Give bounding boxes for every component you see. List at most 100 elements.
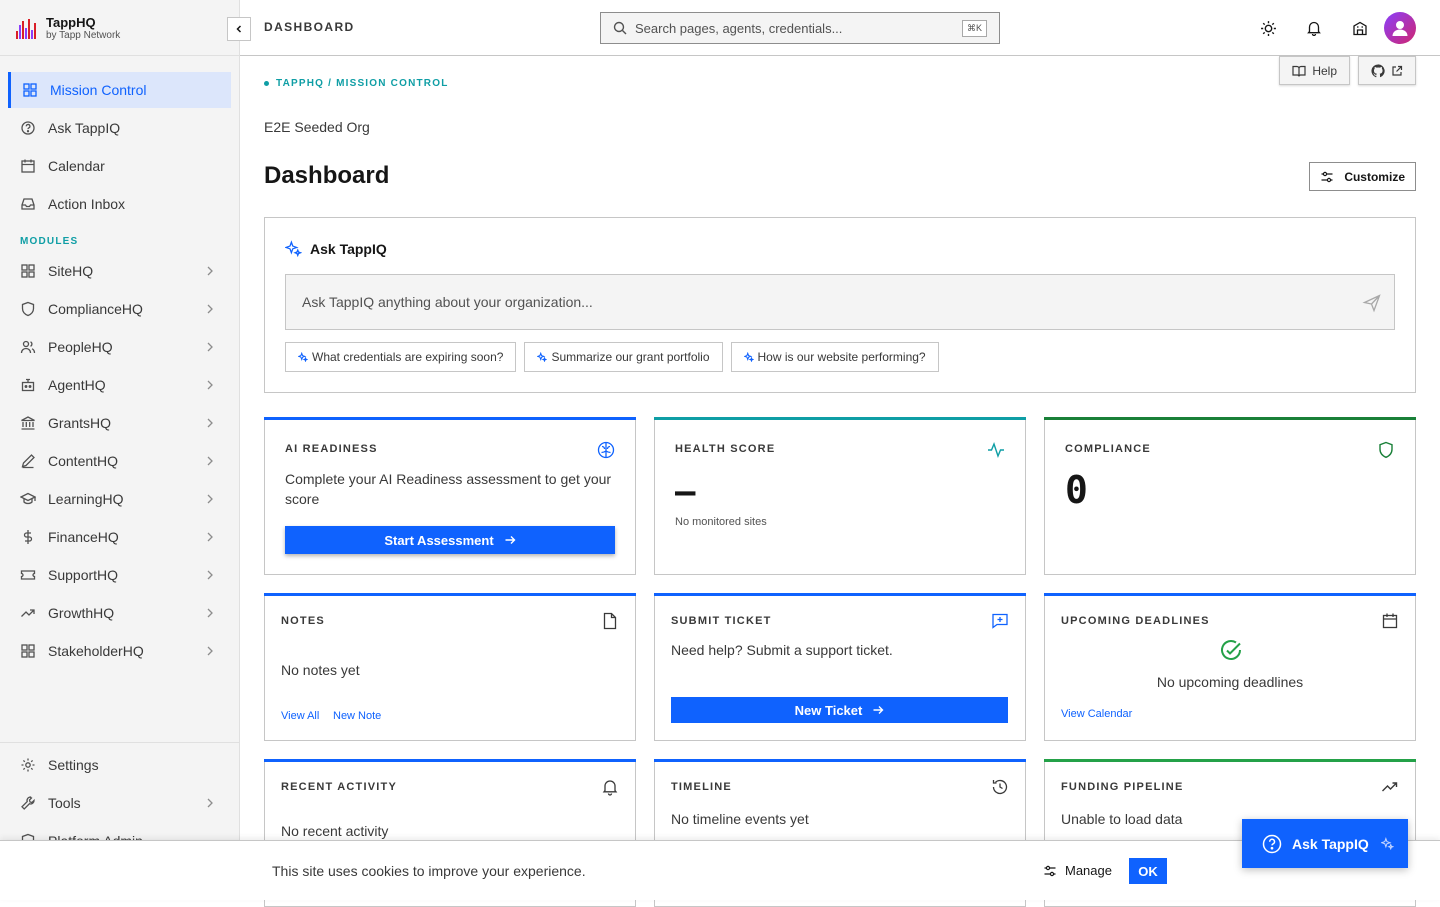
help-circle-icon <box>21 121 35 135</box>
card-accent-bar <box>1044 417 1416 420</box>
card-title: RECENT ACTIVITY <box>281 781 397 793</box>
send-icon[interactable] <box>1362 293 1382 313</box>
ask-tappiq-header: Ask TappIQ <box>285 240 387 257</box>
user-icon <box>1392 21 1408 36</box>
sidebar-item-contenthq[interactable]: ContentHQ <box>8 443 231 479</box>
brand[interactable]: TappHQ by Tapp Network <box>16 12 120 44</box>
sidebar-item-supporthq[interactable]: SupportHQ <box>8 557 231 593</box>
sidebar-item-label: SiteHQ <box>48 263 94 279</box>
card-title: UPCOMING DEADLINES <box>1061 615 1210 627</box>
arrow-right-icon <box>505 536 516 544</box>
compliance-card: COMPLIANCE 0 <box>1044 417 1416 575</box>
chevron-right-icon <box>207 494 213 504</box>
suggestion-chip[interactable]: What credentials are expiring soon? <box>285 342 517 372</box>
cookie-manage-button[interactable]: Manage <box>1043 863 1112 878</box>
search-input[interactable]: Search pages, agents, credentials... ⌘K <box>600 12 1000 44</box>
document-icon <box>603 612 617 630</box>
chevron-right-icon <box>207 456 213 466</box>
organization-name: E2E Seeded Org <box>264 119 370 135</box>
sidebar-item-peoplehq[interactable]: PeopleHQ <box>8 329 231 365</box>
sidebar-item-mission-control[interactable]: Mission Control <box>8 72 231 108</box>
suggestion-chip[interactable]: How is our website performing? <box>730 342 939 372</box>
ask-tappiq-input[interactable]: Ask TappIQ anything about your organizat… <box>285 274 1395 330</box>
sidebar-item-growthhq[interactable]: GrowthHQ <box>8 595 231 631</box>
funding-pipeline-error-text: Unable to load data <box>1061 811 1183 827</box>
sparkle-icon <box>285 240 302 257</box>
card-accent-bar <box>654 759 1026 762</box>
brain-icon <box>597 441 615 459</box>
ask-tappiq-floating-button[interactable]: Ask TappIQ <box>1242 819 1408 868</box>
sidebar-item-ask-tappiq[interactable]: Ask TappIQ <box>8 110 231 146</box>
organization-button[interactable] <box>1350 18 1370 38</box>
chevron-right-icon <box>207 532 213 542</box>
sidebar-item-label: GrantsHQ <box>48 415 112 431</box>
sidebar-item-tools[interactable]: Tools <box>8 785 231 821</box>
sidebar-item-settings[interactable]: Settings <box>8 747 231 783</box>
sidebar-item-stakeholderhq[interactable]: StakeholderHQ <box>8 633 231 669</box>
sidebar-item-action-inbox[interactable]: Action Inbox <box>8 186 231 222</box>
bank-icon <box>21 416 35 430</box>
chevron-right-icon <box>207 646 213 656</box>
grid-icon <box>21 264 35 278</box>
sidebar-item-label: Tools <box>48 795 81 811</box>
theme-toggle-button[interactable] <box>1258 18 1278 38</box>
compliance-value: 0 <box>1065 468 1088 512</box>
sidebar-item-grantshq[interactable]: GrantsHQ <box>8 405 231 441</box>
notes-empty-text: No notes yet <box>281 662 360 678</box>
recent-activity-empty-text: No recent activity <box>281 823 389 839</box>
new-ticket-button[interactable]: New Ticket <box>671 697 1008 723</box>
chevron-right-icon <box>207 380 213 390</box>
sliders-icon <box>1321 171 1333 182</box>
card-accent-bar <box>654 417 1026 420</box>
chevron-right-icon <box>207 304 213 314</box>
cookie-banner: This site uses cookies to improve your e… <box>0 840 1440 900</box>
sidebar-item-agenthq[interactable]: AgentHQ <box>8 367 231 403</box>
sidebar-item-calendar[interactable]: Calendar <box>8 148 231 184</box>
sidebar-item-label: FinanceHQ <box>48 529 119 545</box>
sliders-icon <box>1044 865 1056 876</box>
sidebar-item-sitehq[interactable]: SiteHQ <box>8 253 231 289</box>
card-title: COMPLIANCE <box>1065 443 1151 455</box>
pencil-icon <box>21 454 35 469</box>
bell-icon <box>1307 21 1321 36</box>
gear-icon <box>21 758 35 772</box>
start-assessment-label: Start Assessment <box>384 532 494 548</box>
view-all-notes-link[interactable]: View All <box>281 710 319 722</box>
trend-up-icon <box>21 609 35 617</box>
chevron-right-icon <box>207 608 213 618</box>
sidebar-item-financehq[interactable]: FinanceHQ <box>8 519 231 555</box>
sidebar-item-label: Mission Control <box>50 82 147 98</box>
sidebar-item-compliancehq[interactable]: ComplianceHQ <box>8 291 231 327</box>
help-button[interactable]: Help <box>1279 56 1350 85</box>
activity-icon <box>988 442 1004 458</box>
submit-ticket-card: SUBMIT TICKET Need help? Submit a suppor… <box>654 593 1026 741</box>
collapse-sidebar-button[interactable] <box>227 17 251 41</box>
suggestion-chip[interactable]: Summarize our grant portfolio <box>524 342 723 372</box>
cookie-message: This site uses cookies to improve your e… <box>272 863 586 879</box>
message-plus-icon <box>992 613 1008 629</box>
calendar-icon <box>21 159 35 173</box>
notifications-button[interactable] <box>1304 18 1324 38</box>
dollar-icon <box>23 530 33 544</box>
github-link-button[interactable] <box>1358 56 1416 85</box>
sidebar-item-label: StakeholderHQ <box>48 643 144 659</box>
start-assessment-button[interactable]: Start Assessment <box>285 526 615 554</box>
breadcrumb: TAPPHQ / MISSION CONTROL <box>264 78 449 89</box>
card-accent-bar <box>1044 593 1416 596</box>
wrench-icon <box>21 796 35 810</box>
sparkle-icon <box>298 352 308 362</box>
card-accent-bar <box>264 417 636 420</box>
sun-icon <box>1260 20 1276 36</box>
card-accent-bar <box>264 759 636 762</box>
user-avatar[interactable] <box>1384 12 1416 44</box>
customize-button[interactable]: Customize <box>1309 162 1416 191</box>
suggestion-chips: What credentials are expiring soon? Summ… <box>285 342 939 372</box>
sidebar-item-learninghq[interactable]: LearningHQ <box>8 481 231 517</box>
new-note-link[interactable]: New Note <box>333 710 381 722</box>
github-icon <box>1371 63 1385 77</box>
card-title: TIMELINE <box>671 781 732 793</box>
sidebar-item-label: Settings <box>48 757 99 773</box>
cookie-ok-button[interactable]: OK <box>1129 858 1167 884</box>
view-calendar-link[interactable]: View Calendar <box>1061 708 1132 720</box>
calendar-icon <box>1382 613 1398 629</box>
